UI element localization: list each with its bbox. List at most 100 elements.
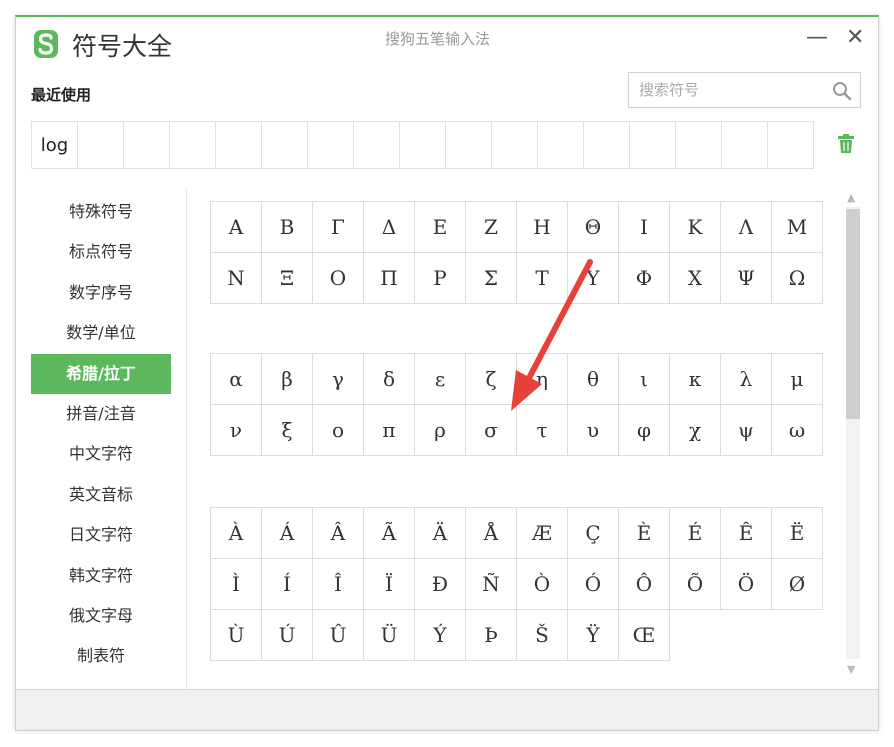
recent-symbol-cell[interactable] (492, 122, 538, 168)
symbol-cell[interactable]: Ζ (466, 202, 517, 253)
recent-symbol-cell[interactable] (722, 122, 768, 168)
sidebar-item[interactable]: 数字序号 (31, 273, 171, 313)
symbol-cell[interactable]: Î (313, 559, 364, 610)
symbol-cell[interactable]: Π (364, 253, 415, 304)
vertical-scrollbar[interactable]: ▲ ▼ (844, 189, 862, 676)
symbol-cell[interactable]: Æ (517, 508, 568, 559)
symbol-cell[interactable]: ρ (415, 405, 466, 456)
recent-symbol-cell[interactable] (262, 122, 308, 168)
symbol-cell[interactable]: Ç (568, 508, 619, 559)
symbol-cell[interactable]: χ (670, 405, 721, 456)
sidebar-item[interactable]: 拼音/注音 (31, 394, 171, 434)
symbol-cell[interactable]: Ÿ (568, 610, 619, 661)
symbol-cell[interactable]: Ä (415, 508, 466, 559)
symbol-cell[interactable]: η (517, 354, 568, 405)
symbol-cell[interactable]: Ï (364, 559, 415, 610)
search-box[interactable] (628, 72, 861, 108)
symbol-cell[interactable]: Ë (772, 508, 823, 559)
symbol-cell[interactable]: Λ (721, 202, 772, 253)
symbol-cell[interactable]: À (211, 508, 262, 559)
recent-symbol-cell[interactable] (78, 122, 124, 168)
symbol-cell[interactable]: σ (466, 405, 517, 456)
symbol-cell[interactable]: Ò (517, 559, 568, 610)
minimize-button[interactable]: — (806, 25, 828, 50)
sidebar-item[interactable]: 制表符 (31, 636, 171, 676)
recent-symbol-cell[interactable] (124, 122, 170, 168)
scroll-up-arrow-icon[interactable]: ▲ (847, 191, 855, 204)
recent-symbol-cell[interactable] (630, 122, 676, 168)
symbol-cell[interactable]: Õ (670, 559, 721, 610)
recent-symbol-cell[interactable] (584, 122, 630, 168)
symbol-cell[interactable]: É (670, 508, 721, 559)
symbol-cell[interactable]: Ù (211, 610, 262, 661)
symbol-cell[interactable]: Φ (619, 253, 670, 304)
symbol-cell[interactable]: π (364, 405, 415, 456)
symbol-cell[interactable]: ι (619, 354, 670, 405)
symbol-cell[interactable]: Œ (619, 610, 670, 661)
symbol-cell[interactable]: δ (364, 354, 415, 405)
symbol-cell[interactable]: τ (517, 405, 568, 456)
scroll-down-arrow-icon[interactable]: ▼ (847, 663, 855, 676)
symbol-cell[interactable]: Α (211, 202, 262, 253)
search-input[interactable] (629, 73, 839, 107)
symbol-cell[interactable]: Ö (721, 559, 772, 610)
symbol-cell[interactable]: Ü (364, 610, 415, 661)
symbol-cell[interactable]: Κ (670, 202, 721, 253)
symbol-cell[interactable]: γ (313, 354, 364, 405)
symbol-cell[interactable]: Ε (415, 202, 466, 253)
symbol-cell[interactable]: Ψ (721, 253, 772, 304)
recent-symbol-cell[interactable] (216, 122, 262, 168)
symbol-cell[interactable]: Ê (721, 508, 772, 559)
symbol-cell[interactable]: Β (262, 202, 313, 253)
symbol-cell[interactable]: Ó (568, 559, 619, 610)
symbol-cell[interactable]: Η (517, 202, 568, 253)
symbol-cell[interactable]: Å (466, 508, 517, 559)
symbol-cell[interactable]: θ (568, 354, 619, 405)
symbol-cell[interactable]: α (211, 354, 262, 405)
symbol-cell[interactable]: Ý (415, 610, 466, 661)
symbol-cell[interactable]: Ι (619, 202, 670, 253)
symbol-cell[interactable]: ω (772, 405, 823, 456)
symbol-cell[interactable]: Ω (772, 253, 823, 304)
symbol-cell[interactable]: φ (619, 405, 670, 456)
symbol-cell[interactable]: ξ (262, 405, 313, 456)
symbol-cell[interactable]: Χ (670, 253, 721, 304)
search-icon[interactable] (832, 81, 852, 101)
symbol-cell[interactable]: Ø (772, 559, 823, 610)
recent-symbol-cell[interactable] (170, 122, 216, 168)
symbol-cell[interactable]: β (262, 354, 313, 405)
recent-symbol-cell[interactable] (400, 122, 446, 168)
sidebar-item[interactable]: 俄文字母 (31, 596, 171, 636)
symbol-cell[interactable]: Γ (313, 202, 364, 253)
symbol-cell[interactable]: Ô (619, 559, 670, 610)
symbol-cell[interactable]: Ð (415, 559, 466, 610)
sidebar-item[interactable]: 英文音标 (31, 475, 171, 515)
close-button[interactable]: ✕ (846, 25, 864, 50)
sidebar-item[interactable]: 标点符号 (31, 232, 171, 272)
sidebar-item[interactable]: 数学/单位 (31, 313, 171, 353)
symbol-cell[interactable]: Ρ (415, 253, 466, 304)
symbol-cell[interactable]: Θ (568, 202, 619, 253)
symbol-cell[interactable]: Ú (262, 610, 313, 661)
symbol-cell[interactable]: ο (313, 405, 364, 456)
sidebar-item[interactable]: 中文字符 (31, 434, 171, 474)
recent-symbol-cell[interactable] (768, 122, 813, 168)
symbol-cell[interactable]: Ì (211, 559, 262, 610)
symbol-cell[interactable]: Σ (466, 253, 517, 304)
symbol-cell[interactable]: Ν (211, 253, 262, 304)
sidebar-item[interactable]: 希腊/拉丁 (31, 353, 171, 394)
symbol-cell[interactable]: Û (313, 610, 364, 661)
symbol-cell[interactable]: ε (415, 354, 466, 405)
symbol-cell[interactable]: È (619, 508, 670, 559)
symbol-cell[interactable]: Δ (364, 202, 415, 253)
recent-symbol-cell[interactable] (538, 122, 584, 168)
symbol-cell[interactable]: Þ (466, 610, 517, 661)
symbol-cell[interactable]: Š (517, 610, 568, 661)
symbol-cell[interactable]: ν (211, 405, 262, 456)
recent-symbol-cell[interactable]: log (32, 122, 78, 168)
symbol-cell[interactable]: Ο (313, 253, 364, 304)
recent-symbol-cell[interactable] (308, 122, 354, 168)
symbol-cell[interactable]: Í (262, 559, 313, 610)
symbol-cell[interactable]: ζ (466, 354, 517, 405)
trash-icon[interactable] (836, 133, 856, 155)
